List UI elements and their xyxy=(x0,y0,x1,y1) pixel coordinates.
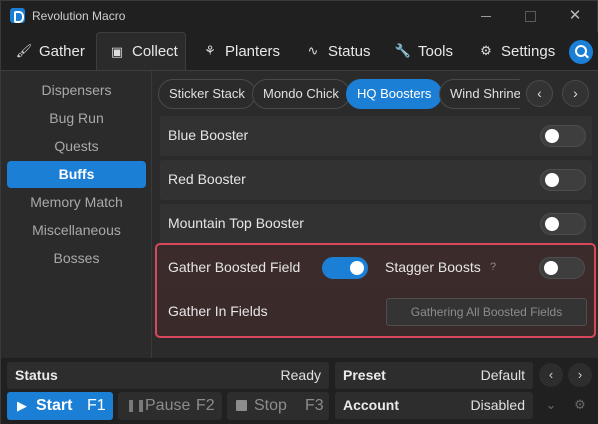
tab-gather[interactable]: 🖌 Gather xyxy=(4,32,92,70)
stop-icon xyxy=(236,400,247,411)
help-hint[interactable]: ? xyxy=(490,261,496,273)
subtab-prev-button[interactable]: ‹ xyxy=(526,80,553,107)
gear-icon: ⚙ xyxy=(480,43,492,58)
account-dropdown-button[interactable]: ⌄ xyxy=(539,393,563,417)
sidebar-item-buffs[interactable]: Buffs xyxy=(7,161,146,188)
pause-icon: ❚❚ xyxy=(126,398,147,412)
setting-row-blue-booster: Blue Booster xyxy=(160,116,592,156)
pause-label: Pause xyxy=(145,397,191,414)
subtab-strip: Sticker Stack Mondo Chick HQ Boosters Wi… xyxy=(158,79,520,109)
preset-label: Preset xyxy=(343,367,386,383)
start-label: Start xyxy=(36,397,73,414)
blue-booster-toggle[interactable] xyxy=(540,125,586,147)
sidebar-divider xyxy=(151,71,152,358)
sidebar: Dispensers Bug Run Quests Buffs Memory M… xyxy=(1,71,151,358)
sidebar-item-bug-run[interactable]: Bug Run xyxy=(7,105,146,132)
subtab-wind-shrine[interactable]: Wind Shrine xyxy=(439,79,520,109)
setting-label: Red Booster xyxy=(168,171,246,187)
content-panel: Dispensers Bug Run Quests Buffs Memory M… xyxy=(1,70,598,358)
window-title: Revolution Macro xyxy=(32,9,126,23)
chevron-down-icon: ⌄ xyxy=(545,397,557,412)
preset-value: Default xyxy=(480,367,525,383)
tab-label: Settings xyxy=(501,42,556,60)
setting-label: Gather Boosted Field xyxy=(168,259,301,275)
mountain-top-booster-toggle[interactable] xyxy=(540,213,586,235)
pause-hotkey: F2 xyxy=(196,397,215,414)
app-window: Revolution Macro ✕ 🖌 Gather ▣ Collect ⚘ … xyxy=(0,0,598,424)
preset-next-button[interactable]: › xyxy=(568,363,592,387)
tab-settings[interactable]: ⚙ Settings xyxy=(466,32,562,70)
sidebar-item-bosses[interactable]: Bosses xyxy=(7,245,146,272)
red-booster-toggle[interactable] xyxy=(540,169,586,191)
gear-icon: ⚙ xyxy=(574,397,586,412)
status-value: Ready xyxy=(280,367,321,383)
collect-icon: ▣ xyxy=(110,43,124,59)
start-button[interactable]: ▶ Start F1 xyxy=(7,392,113,420)
status-box: Status Ready xyxy=(7,362,329,389)
brush-icon: 🖌 xyxy=(15,43,33,58)
sidebar-item-miscellaneous[interactable]: Miscellaneous xyxy=(7,217,146,244)
pulse-icon: ∿ xyxy=(307,43,319,58)
tab-label: Gather xyxy=(39,42,85,60)
sidebar-item-dispensers[interactable]: Dispensers xyxy=(7,77,146,104)
stop-label: Stop xyxy=(254,397,287,414)
tab-label: Status xyxy=(328,42,371,60)
setting-row-red-booster: Red Booster xyxy=(160,160,592,200)
account-label: Account xyxy=(343,397,399,413)
subtab-hq-boosters[interactable]: HQ Boosters xyxy=(346,79,443,109)
tab-label: Tools xyxy=(418,42,454,60)
pause-button[interactable]: ❚❚ Pause F2 xyxy=(118,392,222,420)
stagger-boosts-toggle[interactable] xyxy=(539,257,585,279)
setting-label: Gather In Fields xyxy=(168,303,268,319)
close-button[interactable]: ✕ xyxy=(566,7,584,25)
setting-label: Mountain Top Booster xyxy=(168,215,304,231)
setting-row-gather-boosted-field: Gather Boosted Field xyxy=(160,248,374,288)
chevron-left-icon: ‹ xyxy=(548,367,554,382)
subtab-sticker-stack[interactable]: Sticker Stack xyxy=(158,79,256,109)
tab-status[interactable]: ∿ Status xyxy=(293,32,377,70)
tab-label: Collect xyxy=(132,43,178,60)
start-hotkey: F1 xyxy=(87,397,106,414)
status-label: Status xyxy=(15,367,58,383)
sidebar-item-quests[interactable]: Quests xyxy=(7,133,146,160)
gather-fields-button[interactable]: Gathering All Boosted Fields xyxy=(386,298,587,326)
setting-label: Stagger Boosts xyxy=(385,259,481,275)
subtab-next-button[interactable]: › xyxy=(562,80,589,107)
subtab-mondo-chick[interactable]: Mondo Chick xyxy=(252,79,350,109)
main-tab-bar: 🖌 Gather ▣ Collect ⚘ Planters ∿ Status 🔧… xyxy=(1,32,598,70)
account-value: Disabled xyxy=(470,397,525,413)
preset-box: Preset Default xyxy=(335,362,533,389)
chevron-right-icon: › xyxy=(573,85,578,101)
sidebar-item-memory-match[interactable]: Memory Match xyxy=(7,189,146,216)
stop-button[interactable]: Stop F3 xyxy=(227,392,329,420)
tab-collect[interactable]: ▣ Collect xyxy=(96,32,186,70)
preset-prev-button[interactable]: ‹ xyxy=(539,363,563,387)
setting-row-stagger-boosts: Stagger Boosts ? xyxy=(377,248,591,288)
app-logo-icon xyxy=(10,8,25,23)
bottom-bar: Status Ready Preset Default ‹ › ▶ Start … xyxy=(1,358,598,424)
account-settings-button[interactable]: ⚙ xyxy=(568,393,592,417)
wrench-icon: 🔧 xyxy=(394,43,412,58)
minimize-button[interactable] xyxy=(477,7,495,25)
chevron-right-icon: › xyxy=(577,367,583,382)
search-button[interactable] xyxy=(569,40,593,64)
account-box: Account Disabled xyxy=(335,392,533,419)
setting-label: Blue Booster xyxy=(168,127,249,143)
maximize-button[interactable] xyxy=(521,7,539,25)
chevron-left-icon: ‹ xyxy=(537,85,542,101)
title-bar: Revolution Macro ✕ xyxy=(1,1,598,31)
tab-label: Planters xyxy=(225,42,281,60)
stop-hotkey: F3 xyxy=(305,397,324,414)
setting-row-mountain-top-booster: Mountain Top Booster xyxy=(160,204,592,244)
tab-tools[interactable]: 🔧 Tools xyxy=(383,32,463,70)
sprout-icon: ⚘ xyxy=(204,43,216,58)
tab-planters[interactable]: ⚘ Planters xyxy=(190,32,288,70)
play-icon: ▶ xyxy=(17,398,27,413)
gather-boosted-field-toggle[interactable] xyxy=(322,257,368,279)
